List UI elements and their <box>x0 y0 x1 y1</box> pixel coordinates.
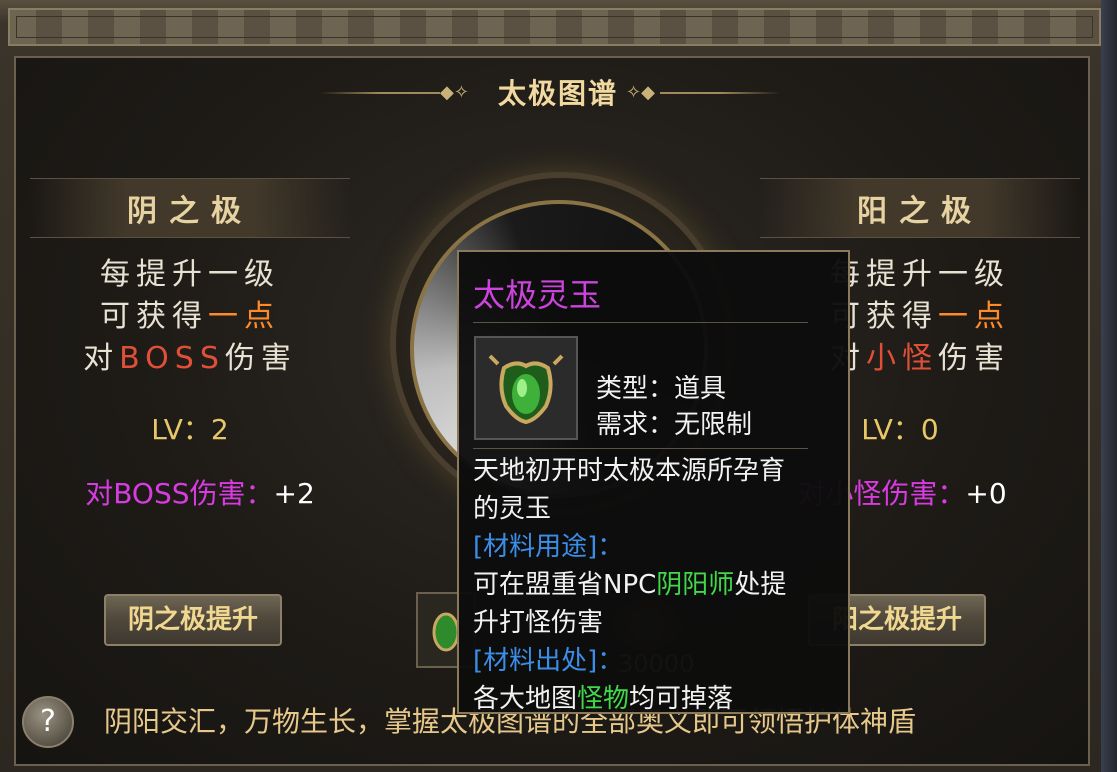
panel-title: 太极图谱 <box>497 77 618 110</box>
item-tooltip: 太极灵玉 类型：道具 需求：无限制 天地初开时太极本源所孕育 的灵玉 [材料用途… <box>457 250 850 714</box>
tooltip-divider <box>473 448 808 449</box>
yin-desc-line2: 可获得一点 <box>100 299 280 334</box>
yang-title: 阳之极 <box>857 194 983 229</box>
yin-damage-stat: 对BOSS伤害：+2 <box>85 477 315 510</box>
title-ornament-right-icon: ✧◆ <box>626 82 655 103</box>
yin-upgrade-button[interactable]: 阴之极提升 <box>104 594 282 646</box>
tooltip-usage-line2: 升打怪伤害 <box>473 608 604 638</box>
tooltip-description: 天地初开时太极本源所孕育 的灵玉 [材料用途]： 可在盟重省NPC阴阳师处提 升… <box>473 452 833 718</box>
jade-gem-icon <box>488 354 564 425</box>
yin-title: 阴之极 <box>127 194 253 229</box>
tooltip-source-header: [材料出处]： <box>473 646 624 676</box>
title-ornament-left-icon: ◆✧ <box>440 82 469 103</box>
tooltip-divider <box>473 322 808 323</box>
tooltip-item-type: 类型：道具 <box>596 374 727 404</box>
tooltip-usage-line1: 可在盟重省NPC阴阳师处提 <box>473 570 787 600</box>
tooltip-item-icon-box <box>474 336 578 440</box>
tooltip-item-requirement: 需求：无限制 <box>596 410 753 440</box>
title-line-right <box>660 92 780 94</box>
top-ornament-border <box>8 8 1101 46</box>
tooltip-item-name: 太极灵玉 <box>473 276 602 314</box>
tooltip-usage-header: [材料用途]： <box>473 532 624 562</box>
help-button[interactable]: ? <box>22 696 74 748</box>
title-line-left <box>320 92 440 94</box>
yin-level: LV：2 <box>151 413 229 446</box>
right-edge <box>1101 0 1117 772</box>
yin-desc-line1: 每提升一级 <box>100 257 280 292</box>
tooltip-source-line: 各大地图怪物均可掉落 <box>473 684 734 714</box>
yin-desc-line3: 对BOSS伤害 <box>83 341 297 376</box>
